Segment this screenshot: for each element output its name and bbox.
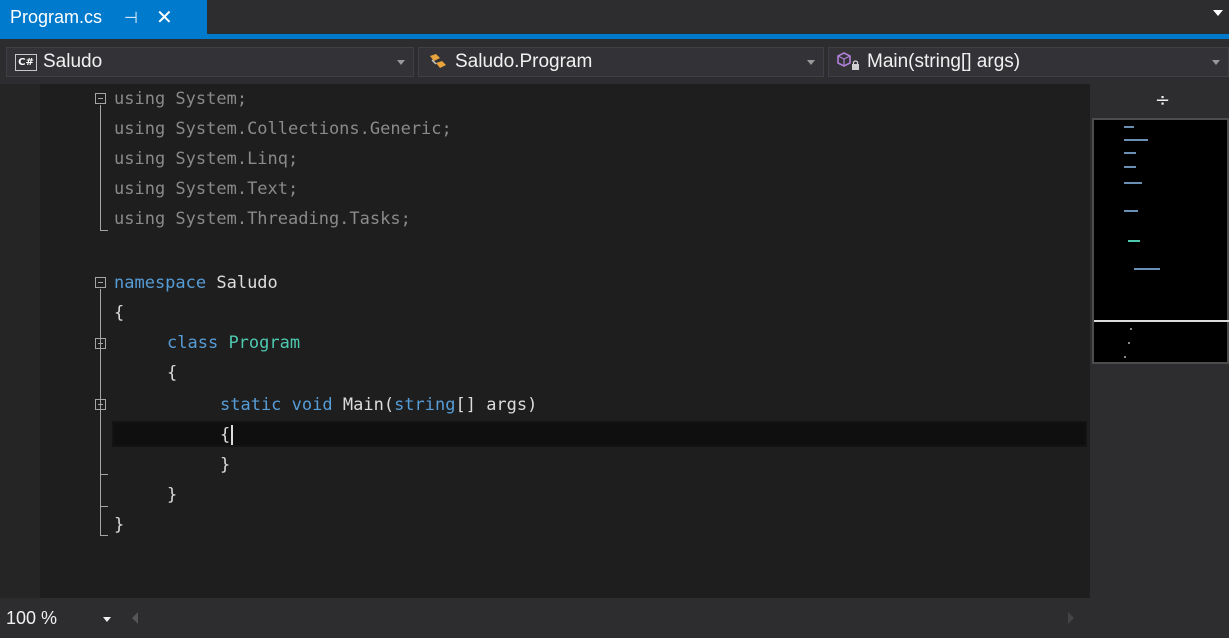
minimap-line	[1124, 139, 1148, 141]
tab-overflow-icon[interactable]	[1213, 10, 1223, 16]
outline-line	[100, 289, 101, 535]
code-line: using System.Collections.Generic;	[114, 119, 452, 139]
keyword: using	[114, 149, 166, 169]
member-dropdown[interactable]: Main(string[] args)	[828, 47, 1229, 77]
keyword: using	[114, 209, 166, 229]
minimap-line	[1124, 356, 1126, 358]
project-dropdown-label: Saludo	[43, 51, 103, 72]
collapse-icon[interactable]	[95, 277, 106, 288]
vertical-scrollbar-map[interactable]: ÷	[1090, 84, 1229, 598]
tab-title: Program.cs	[10, 6, 103, 27]
code-line: using System.Threading.Tasks;	[114, 209, 411, 229]
outline-line	[100, 105, 101, 231]
chevron-down-icon	[397, 60, 405, 65]
current-line-highlight	[112, 421, 1087, 447]
minimap-line	[1124, 126, 1134, 128]
code-line: }	[220, 455, 231, 475]
code-line: {	[114, 303, 125, 323]
code-line: {	[167, 363, 178, 383]
type-dropdown[interactable]: Saludo.Program	[418, 47, 824, 77]
minimap-line	[1128, 240, 1140, 242]
close-icon[interactable]: ✕	[156, 5, 173, 29]
outline-line	[100, 506, 108, 507]
code-line: }	[167, 485, 178, 505]
minimap-line	[1128, 342, 1130, 344]
outline-line	[100, 535, 108, 536]
method-icon	[837, 51, 861, 73]
keyword: namespace	[114, 273, 207, 293]
scroll-right-icon[interactable]	[1068, 612, 1074, 624]
collapse-icon[interactable]	[95, 338, 106, 349]
code-line: using System.Text;	[114, 179, 299, 199]
zoom-level: 100 %	[6, 607, 58, 628]
keyword: static	[220, 395, 282, 415]
code-text-area[interactable]: using System; using System.Collections.G…	[0, 84, 1090, 598]
code-editor[interactable]: using System; using System.Collections.G…	[0, 84, 1090, 598]
chevron-down-icon	[807, 60, 815, 65]
keyword: using	[114, 179, 166, 199]
code-line: using System.Linq;	[114, 149, 299, 169]
keyword: void	[291, 395, 333, 415]
tab-underline	[0, 34, 1229, 39]
minimap-line	[1134, 268, 1160, 270]
code-line: {	[220, 420, 234, 450]
code-line: static void Main(string[] args)	[220, 395, 538, 415]
minimap-viewport[interactable]	[1092, 118, 1229, 364]
chevron-down-icon[interactable]	[103, 617, 111, 622]
type-name: Program	[228, 333, 301, 353]
navigation-bar: C# Saludo Saludo.Program Main(string[] a…	[0, 42, 1229, 82]
keyword: using	[114, 119, 166, 139]
csharp-project-icon: C#	[15, 53, 37, 71]
member-dropdown-label: Main(string[] args)	[867, 51, 1021, 72]
minimap-line	[1124, 152, 1136, 154]
keyword: string	[394, 395, 456, 415]
pin-icon[interactable]: ⊣	[124, 8, 138, 27]
code-line: class Program	[167, 328, 300, 358]
code-line: }	[114, 515, 125, 535]
keyword: using	[114, 89, 166, 109]
editor-status-bar: 100 %	[0, 598, 1229, 638]
tab-program-cs[interactable]: Program.cs ⊣ ✕	[0, 0, 207, 34]
chevron-down-icon	[1212, 60, 1220, 65]
text-caret	[231, 425, 234, 445]
minimap-line	[1124, 182, 1142, 184]
class-icon	[427, 52, 449, 72]
outline-line	[100, 474, 108, 475]
code-line: namespace Saludo	[114, 273, 278, 293]
code-line: using System;	[114, 89, 248, 109]
minimap-line	[1130, 328, 1132, 330]
outline-line	[100, 230, 108, 231]
keyword: class	[167, 333, 219, 353]
zoom-dropdown[interactable]: 100 %	[6, 606, 57, 630]
minimap-line	[1124, 210, 1138, 212]
minimap-line	[1124, 166, 1136, 168]
collapse-icon[interactable]	[95, 93, 106, 104]
minimap-separator	[1094, 320, 1229, 322]
scroll-left-icon[interactable]	[132, 612, 138, 624]
collapse-icon[interactable]	[95, 399, 106, 410]
project-dropdown[interactable]: C# Saludo	[6, 47, 414, 77]
type-dropdown-label: Saludo.Program	[455, 51, 593, 72]
document-tab-strip: Program.cs ⊣ ✕	[0, 0, 1229, 42]
split-window-icon[interactable]: ÷	[1155, 90, 1170, 111]
